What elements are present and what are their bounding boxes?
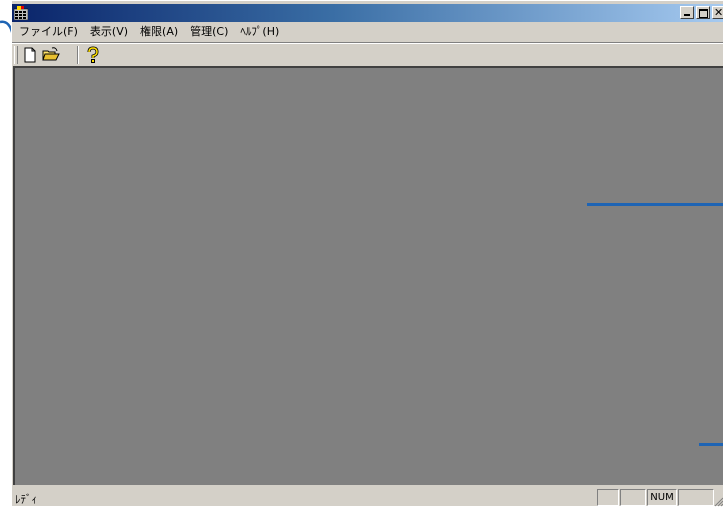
annotation-line-upper [587, 203, 723, 206]
annotation-line-lower [699, 443, 723, 446]
toolbar-separator [77, 46, 79, 64]
app-window: ✕ ファイル(F) 表示(V) 権限(A) 管理(C) ﾍﾙﾌﾟ(H) ﾚﾃﾞｨ… [11, 0, 723, 507]
minimize-button[interactable] [680, 6, 694, 19]
status-pane-1 [597, 489, 619, 506]
menu-permission[interactable]: 権限(A) [134, 25, 184, 39]
status-bar: ﾚﾃﾞｨ NUM [12, 487, 723, 507]
toolbar [12, 44, 723, 65]
app-grid-icon [14, 6, 28, 20]
status-pane-2 [620, 489, 646, 506]
menu-bar: ファイル(F) 表示(V) 権限(A) 管理(C) ﾍﾙﾌﾟ(H) [12, 22, 723, 42]
minimize-icon [684, 14, 690, 16]
menu-manage[interactable]: 管理(C) [184, 25, 234, 39]
menu-file[interactable]: ファイル(F) [12, 25, 84, 39]
help-icon[interactable] [84, 46, 102, 64]
status-pane-4 [678, 489, 714, 506]
workspace [13, 66, 723, 485]
new-document-icon[interactable] [21, 46, 39, 64]
window-controls: ✕ [680, 6, 723, 20]
maximize-button[interactable] [696, 6, 710, 19]
menu-help[interactable]: ﾍﾙﾌﾟ(H) [234, 25, 285, 39]
close-icon: ✕ [714, 6, 723, 19]
menu-view[interactable]: 表示(V) [84, 25, 134, 39]
close-button[interactable]: ✕ [712, 6, 723, 19]
maximize-icon [699, 9, 708, 18]
open-folder-icon[interactable] [42, 46, 60, 64]
status-pane-num: NUM [647, 489, 677, 506]
status-text: ﾚﾃﾞｨ [15, 493, 37, 506]
title-bar[interactable]: ✕ [12, 4, 723, 22]
toolbar-grip[interactable] [14, 46, 18, 64]
